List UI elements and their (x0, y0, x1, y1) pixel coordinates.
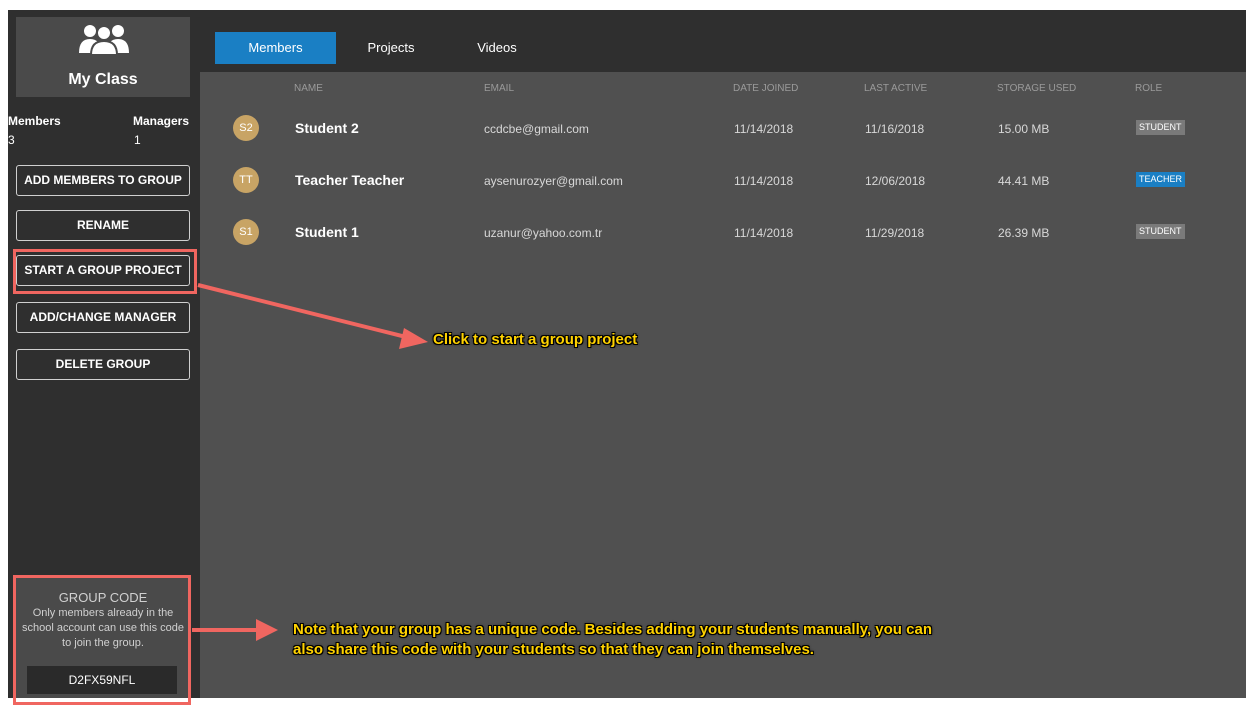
member-storage-used: 15.00 MB (998, 122, 1050, 136)
member-storage-used: 26.39 MB (998, 226, 1050, 240)
members-count: 3 (8, 133, 15, 147)
delete-group-button[interactable]: DELETE GROUP (16, 349, 190, 380)
tab-bar: Members Projects Videos (200, 10, 1246, 72)
tab-projects[interactable]: Projects (350, 32, 432, 64)
member-storage-used: 44.41 MB (998, 174, 1050, 188)
member-row[interactable]: TT Teacher Teacher aysenurozyer@gmail.co… (200, 167, 1246, 207)
avatar: TT (233, 167, 259, 193)
members-label: Members (8, 114, 61, 128)
column-header-last-active[interactable]: LAST ACTIVE (864, 83, 927, 94)
member-date-joined: 11/14/2018 (734, 122, 794, 136)
rename-button[interactable]: RENAME (16, 210, 190, 241)
group-header: My Class (16, 17, 190, 97)
member-last-active: 11/29/2018 (865, 226, 925, 240)
annotation-start-project: Click to start a group project (433, 331, 638, 348)
column-header-email[interactable]: EMAIL (484, 83, 514, 94)
managers-count: 1 (134, 133, 141, 147)
member-last-active: 11/16/2018 (865, 122, 925, 136)
annotation-group-code-line-2: also share this code with your students … (293, 641, 814, 658)
group-users-icon (79, 25, 129, 55)
annotation-group-code-line-1: Note that your group has a unique code. … (293, 621, 932, 638)
member-row[interactable]: S1 Student 1 uzanur@yahoo.com.tr 11/14/2… (200, 219, 1246, 259)
group-stats: Members 3 Managers 1 (8, 114, 200, 154)
screenshot: My Class Members 3 Managers 1 ADD MEMBER… (0, 0, 1246, 705)
column-header-date-joined[interactable]: DATE JOINED (733, 83, 798, 94)
member-name: Student 1 (295, 224, 359, 240)
add-change-manager-button[interactable]: ADD/CHANGE MANAGER (16, 302, 190, 333)
role-badge: STUDENT (1136, 224, 1185, 239)
role-badge: TEACHER (1136, 172, 1186, 187)
column-header-name[interactable]: NAME (294, 83, 323, 94)
main-panel: Members Projects Videos NAME EMAIL DATE … (200, 10, 1246, 698)
member-date-joined: 11/14/2018 (734, 174, 794, 188)
group-code-highlight (13, 575, 191, 705)
member-email: uzanur@yahoo.com.tr (484, 226, 603, 240)
avatar: S1 (233, 219, 259, 245)
member-row[interactable]: S2 Student 2 ccdcbe@gmail.com 11/14/2018… (200, 115, 1246, 155)
member-name: Student 2 (295, 120, 359, 136)
start-project-highlight (13, 249, 197, 294)
managers-label: Managers (133, 114, 190, 128)
role-badge: STUDENT (1136, 120, 1185, 135)
group-name: My Class (68, 71, 138, 88)
add-members-button[interactable]: ADD MEMBERS TO GROUP (16, 165, 190, 196)
member-last-active: 12/06/2018 (865, 174, 926, 188)
column-header-role[interactable]: ROLE (1135, 83, 1162, 94)
member-email: ccdcbe@gmail.com (484, 122, 589, 136)
member-date-joined: 11/14/2018 (734, 226, 794, 240)
tab-videos[interactable]: Videos (462, 32, 532, 64)
member-email: aysenurozyer@gmail.com (484, 174, 623, 188)
column-header-storage-used[interactable]: STORAGE USED (997, 83, 1076, 94)
avatar: S2 (233, 115, 259, 141)
member-name: Teacher Teacher (295, 172, 405, 188)
tab-members[interactable]: Members (215, 32, 336, 64)
